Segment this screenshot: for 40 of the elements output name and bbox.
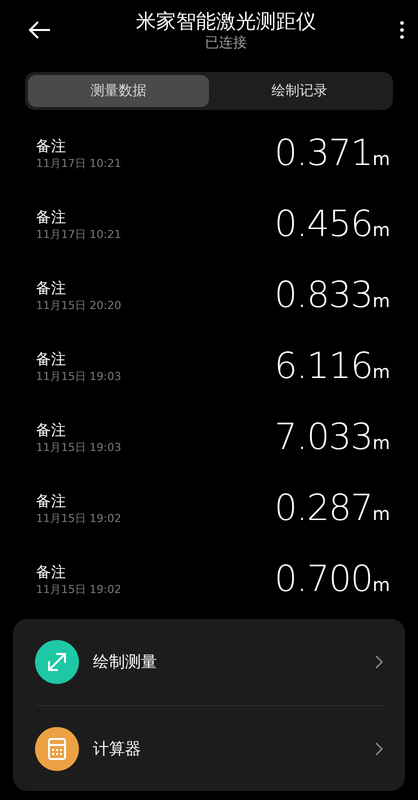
action-item[interactable]: 绘制测量 — [35, 619, 383, 705]
unit-label: m — [372, 148, 390, 172]
record-time: 11月15日 19:02 — [36, 510, 122, 526]
action-label: 计算器 — [93, 738, 142, 760]
distance-value: 0.833 — [274, 274, 372, 318]
record-time: 11月15日 19:03 — [36, 368, 122, 384]
connection-status: 已连接 — [205, 34, 247, 52]
distance-value: 0.700 — [274, 558, 372, 602]
action-item[interactable]: 计算器 — [35, 705, 383, 791]
distance-value: 0.371 — [274, 132, 372, 176]
tab[interactable]: 测量数据 — [28, 75, 209, 107]
note-label: 备注 — [36, 348, 67, 368]
record-time: 11月15日 20:20 — [36, 298, 122, 314]
app-title: 米家智能激光测距仪 — [136, 8, 316, 34]
record-time: 11月17日 10:21 — [36, 156, 122, 172]
note-label: 备注 — [36, 420, 67, 440]
record-time: 11月15日 19:02 — [36, 582, 122, 598]
note-label: 备注 — [36, 490, 67, 510]
note-label: 备注 — [36, 206, 67, 226]
unit-label: m — [372, 574, 390, 598]
unit-label: m — [372, 218, 390, 242]
distance-value: 7.033 — [274, 416, 372, 460]
distance-value: 0.456 — [274, 202, 372, 246]
chevron-icon — [375, 655, 383, 669]
record-time: 11月15日 19:03 — [36, 440, 122, 456]
record-time: 11月17日 10:21 — [36, 226, 122, 242]
tab[interactable]: 绘制记录 — [209, 75, 390, 107]
note-label: 备注 — [36, 136, 67, 156]
chevron-icon — [375, 742, 383, 756]
action-label: 绘制测量 — [93, 651, 158, 673]
note-label: 备注 — [36, 278, 67, 298]
distance-value: 6.116 — [274, 344, 372, 388]
unit-label: m — [372, 502, 390, 526]
unit-label: m — [372, 290, 390, 314]
unit-label: m — [372, 432, 390, 456]
back-icon[interactable] — [28, 20, 52, 40]
more-icon[interactable] — [400, 21, 404, 39]
unit-label: m — [372, 360, 390, 384]
note-label: 备注 — [36, 562, 67, 582]
distance-value: 0.287 — [274, 486, 372, 530]
